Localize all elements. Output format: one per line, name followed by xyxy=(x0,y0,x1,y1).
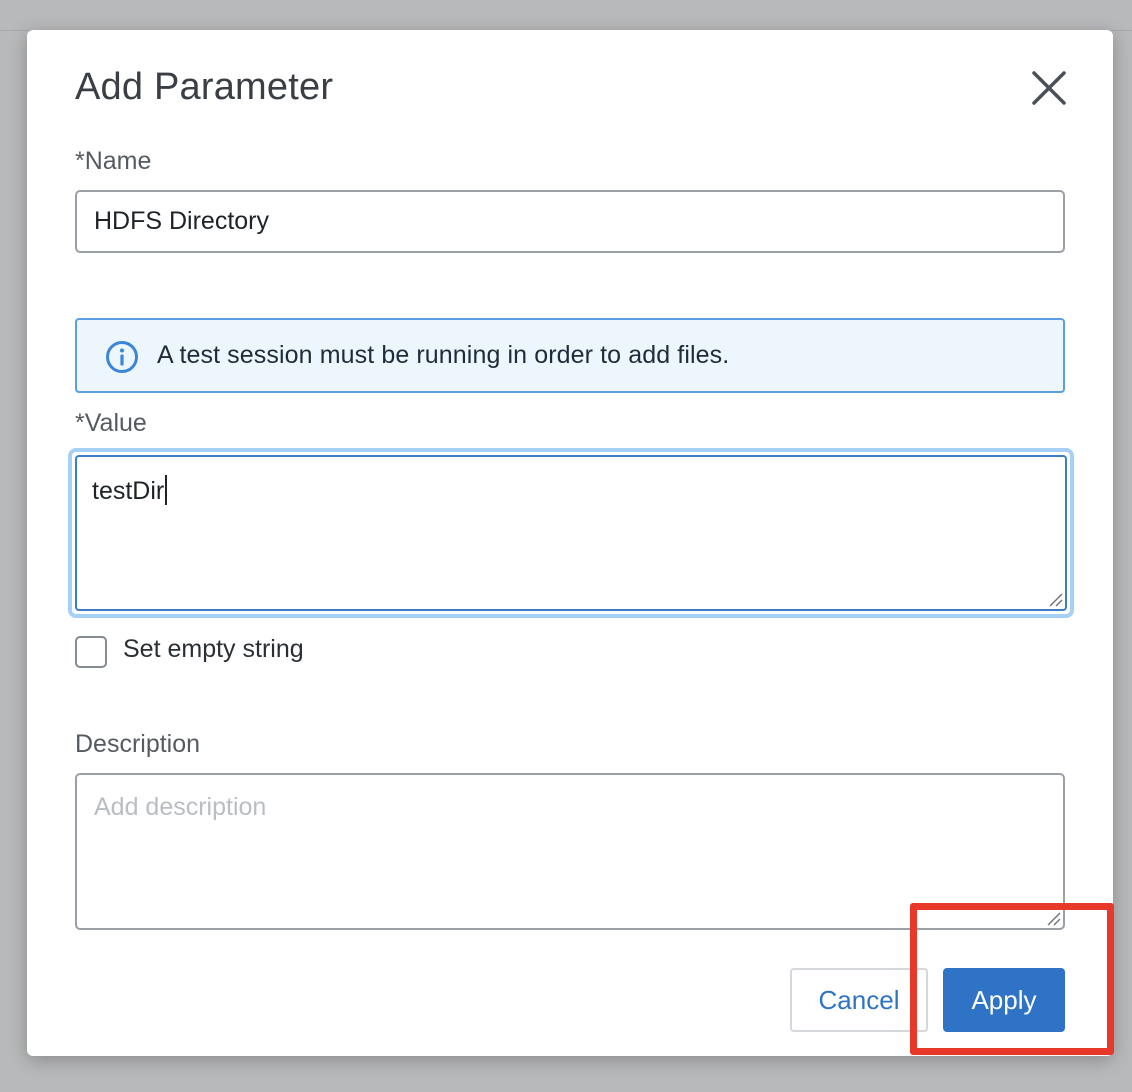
set-empty-string-label[interactable]: Set empty string xyxy=(123,635,304,664)
resize-handle-icon[interactable] xyxy=(1045,910,1061,926)
apply-button[interactable]: Apply xyxy=(943,968,1065,1032)
close-button[interactable] xyxy=(1027,66,1071,110)
info-banner: A test session must be running in order … xyxy=(75,318,1065,393)
close-icon xyxy=(1032,71,1066,105)
dialog-title: Add Parameter xyxy=(75,66,334,108)
description-label: Description xyxy=(75,730,201,758)
value-focus-ring: testDir xyxy=(68,448,1074,618)
value-label: *Value xyxy=(75,409,147,437)
description-placeholder: Add description xyxy=(94,793,267,821)
text-cursor xyxy=(165,475,168,505)
cancel-button[interactable]: Cancel xyxy=(790,968,928,1032)
value-text: testDir xyxy=(92,477,165,505)
info-banner-text: A test session must be running in order … xyxy=(157,341,730,369)
value-textarea[interactable]: testDir xyxy=(75,455,1067,611)
add-parameter-dialog: Add Parameter *Name HDFS Directory A tes… xyxy=(27,30,1113,1056)
name-label: *Name xyxy=(75,147,152,175)
description-textarea[interactable]: Add description xyxy=(75,773,1065,930)
set-empty-string-checkbox[interactable] xyxy=(75,636,107,668)
name-input[interactable]: HDFS Directory xyxy=(75,190,1065,253)
info-icon xyxy=(106,341,138,373)
resize-handle-icon[interactable] xyxy=(1047,591,1063,607)
